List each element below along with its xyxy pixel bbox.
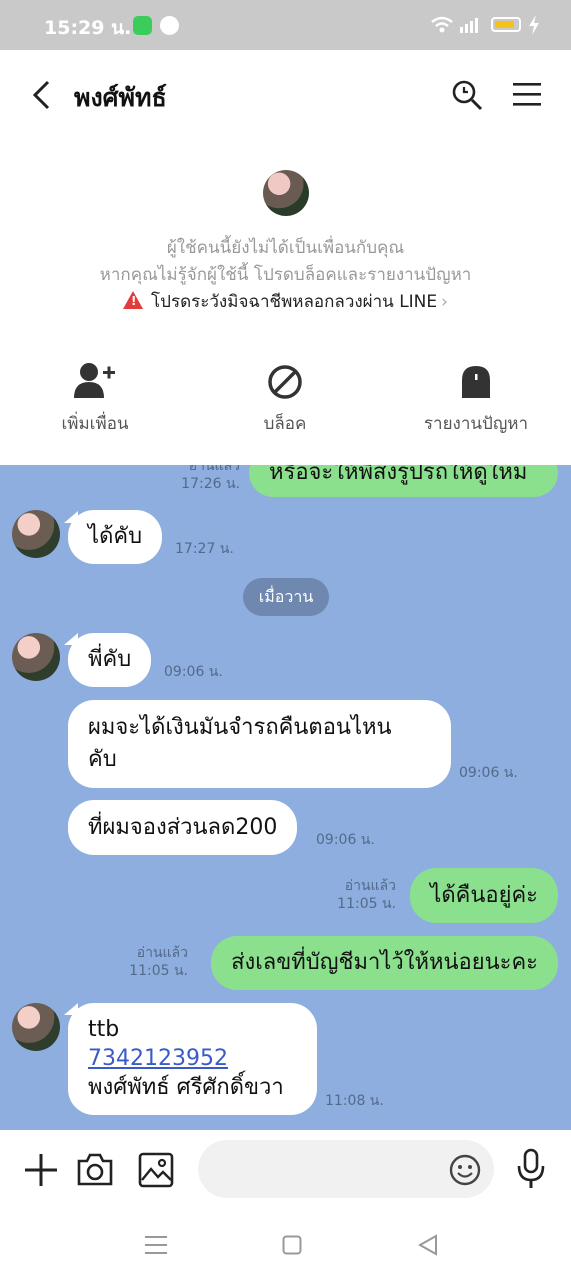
battery-icon [491,17,521,32]
menu-icon[interactable] [513,81,541,107]
system-nav-bar [0,1210,571,1280]
message-bubble-received[interactable]: ผมจะได้เงินมันจำรถคืนตอนไหน คับ [68,700,451,788]
message-bubble-received[interactable]: พี่คับ [68,633,152,687]
message-time: 09:06 น. [316,832,375,848]
sender-avatar[interactable] [12,1003,60,1051]
message-bubble-sent[interactable]: ได้คืนอยู่ค่ะ [410,868,558,923]
status-time: 15:29 น. [44,17,132,39]
microphone-icon[interactable] [516,1148,546,1190]
non-friend-notice: ผู้ใช้คนนี้ยังไม่ได้เป็นเพื่อนกับคุณ หาก… [0,140,571,465]
message-bubble-received[interactable]: ttb 7342123952 พงศ์พัทธ์ ศรีศักดิ์ขวา [68,1003,317,1115]
status-bar: 15:29 น. [0,0,571,50]
add-friend-label: เพิ่มเพื่อน [61,414,129,434]
message-meta: อ่านแล้ว 11:05 น. [129,944,188,980]
line-notification-icon [160,16,179,35]
charging-icon [529,15,539,35]
message-line: พงศ์พัทธ์ ศรีศักดิ์ขวา [88,1075,284,1100]
camera-icon[interactable] [77,1152,113,1186]
message-line: ttb [88,1017,120,1042]
notice-block-advice: หากคุณไม่รู้จักผู้ใช้นี้ โปรดบล็อคและราย… [99,265,472,285]
message-time: 17:27 น. [175,541,234,557]
emoji-icon[interactable] [448,1153,482,1187]
chat-title: พงศ์พัทธ์ [74,83,167,112]
read-receipt: อ่านแล้ว [188,465,240,474]
report-button[interactable]: รายงานปัญหา [396,362,556,437]
notice-not-friend: ผู้ใช้คนนี้ยังไม่ได้เป็นเพื่อนกับคุณ [166,238,405,258]
line-app-icon [133,16,152,35]
message-line: ผมจะได้เงินมันจำรถคืนตอนไหน [88,715,392,740]
battery-level [495,21,514,28]
home-icon[interactable] [282,1235,302,1255]
sender-avatar[interactable] [12,633,60,681]
sender-avatar[interactable] [12,510,60,558]
report-icon [462,366,490,398]
message-time: 11:05 น. [337,896,396,912]
message-bubble-received[interactable]: ที่ผมจองส่วนลด200 [68,800,298,855]
message-line: คับ [88,747,117,772]
read-receipt: อ่านแล้ว [136,945,188,961]
message-bubble-sent[interactable]: หรือจะให้พี่ส่งรูปรถให้ดูใหม่ [249,465,558,497]
message-time: 11:05 น. [129,963,188,979]
block-button[interactable]: บล็อค [205,362,365,437]
message-time: 09:06 น. [164,664,223,680]
wifi-signal-icon [431,16,478,33]
message-time: 09:06 น. [459,765,518,781]
warning-icon: ! [123,291,144,309]
back-arrow-icon[interactable] [30,80,52,110]
message-bubble-sent[interactable]: ส่งเลขที่บัญชีมาไว้ให้หน่อยนะคะ [211,936,558,990]
date-divider: เมื่อวาน [243,578,329,616]
recent-apps-icon[interactable] [145,1235,167,1255]
scam-warning-link[interactable]: ! โปรดระวังมิจฉาชีพหลอกลวงผ่าน LINE › [0,288,571,315]
block-label: บล็อค [263,414,307,434]
message-bubble-received[interactable]: ได้คับ [68,510,163,564]
back-icon[interactable] [417,1234,439,1256]
add-friend-icon [74,363,115,398]
message-time: 11:08 น. [325,1093,384,1109]
block-icon [268,365,302,399]
message-meta: อ่านแล้ว 17:26 น. [181,465,240,493]
search-icon[interactable] [451,79,483,111]
chat-area[interactable]: อ่านแล้ว 17:26 น. หรือจะให้พี่ส่งรูปรถให… [0,465,571,1130]
profile-avatar[interactable] [263,170,309,216]
read-receipt: อ่านแล้ว [344,878,396,894]
scam-warning-text: โปรดระวังมิจฉาชีพหลอกลวงผ่าน LINE [151,292,438,312]
chat-header: พงศ์พัทธ์ [0,50,571,140]
report-label: รายงานปัญหา [423,414,529,434]
chevron-right-icon: › [441,292,448,312]
image-icon[interactable] [138,1152,174,1188]
message-input-bar [0,1130,571,1210]
message-meta: อ่านแล้ว 11:05 น. [337,877,396,913]
add-friend-button[interactable]: เพิ่มเพื่อน [15,362,175,437]
message-time: 17:26 น. [181,476,240,492]
account-number-link[interactable]: 7342123952 [88,1044,297,1073]
plus-icon[interactable] [25,1154,57,1186]
